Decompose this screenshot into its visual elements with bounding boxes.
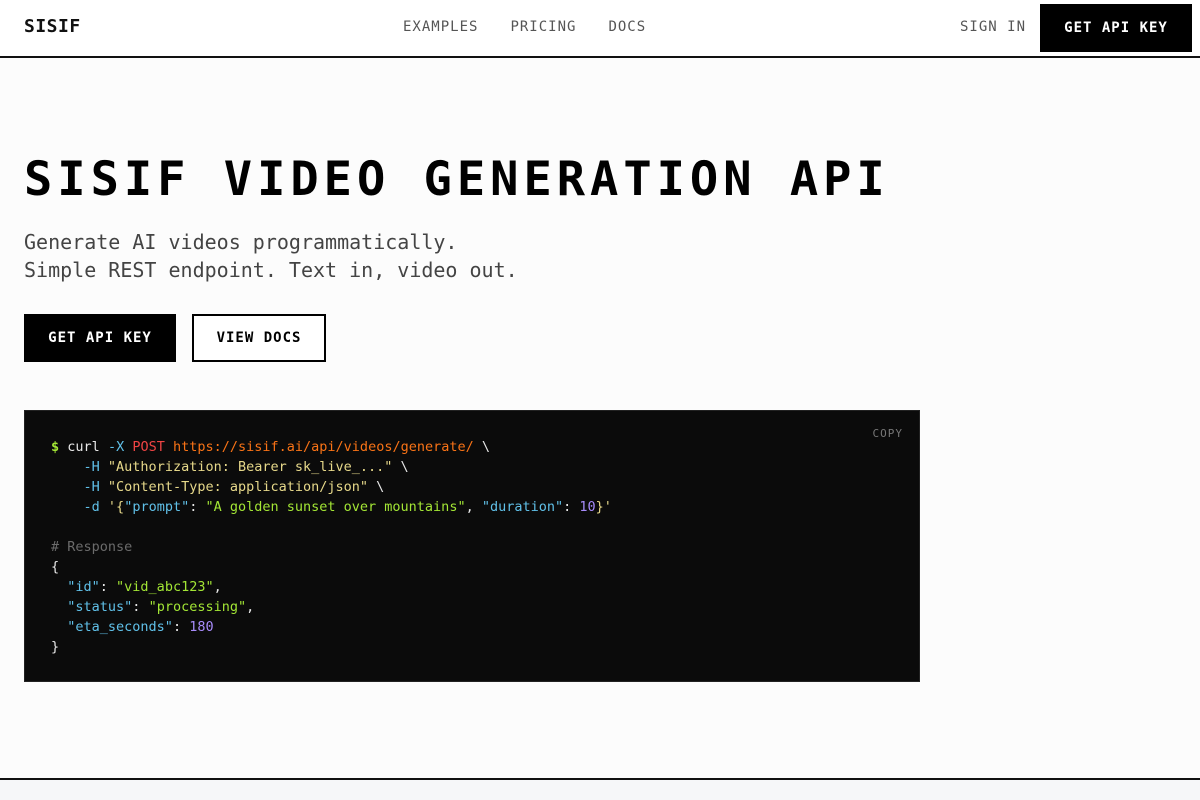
body-close: }': [595, 499, 612, 515]
shell-prompt: $: [51, 439, 60, 455]
code-content: $ curl -X POST https://sisif.ai/api/vide…: [51, 439, 612, 655]
get-api-key-button[interactable]: GET API KEY: [24, 314, 176, 362]
json-value-prompt: "A golden sunset over mountains": [205, 499, 466, 515]
json-key-prompt: "prompt": [124, 499, 190, 515]
json-key-id: "id": [67, 579, 100, 595]
top-nav-bar: SISIF EXAMPLES PRICING DOCS SIGN IN GET …: [0, 0, 1200, 58]
hero-subtitle-line-2: Simple REST endpoint. Text in, video out…: [24, 258, 518, 282]
hero-subtitle: Generate AI videos programmatically. Sim…: [24, 228, 518, 284]
json-value-duration: 10: [579, 499, 596, 515]
flag-x: -X: [107, 439, 125, 455]
nav-examples[interactable]: EXAMPLES: [403, 19, 478, 35]
flag-h-content-type: -H: [83, 479, 100, 495]
line-continuation: \: [400, 459, 409, 475]
copy-button[interactable]: COPY: [873, 427, 904, 440]
auth-header: "Authorization: Bearer sk_live_...": [107, 459, 393, 475]
response-brace-open: {: [51, 559, 60, 575]
json-value-id: "vid_abc123": [116, 579, 214, 595]
sign-in-link[interactable]: SIGN IN: [960, 19, 1026, 35]
json-key-status: "status": [67, 599, 133, 615]
json-key-duration: "duration": [481, 499, 564, 515]
nav-pricing[interactable]: PRICING: [510, 19, 576, 35]
header-get-api-key-button[interactable]: GET API KEY: [1040, 4, 1192, 52]
flag-d: -d: [83, 499, 100, 515]
nav-docs[interactable]: DOCS: [608, 19, 646, 35]
view-docs-button[interactable]: VIEW DOCS: [192, 314, 326, 362]
line-continuation: \: [376, 479, 385, 495]
hero-subtitle-line-1: Generate AI videos programmatically.: [24, 230, 458, 254]
logo[interactable]: SISIF: [24, 16, 81, 37]
content-type-header: "Content-Type: application/json": [107, 479, 369, 495]
body-open: '{: [107, 499, 125, 515]
response-brace-close: }: [51, 639, 60, 655]
response-comment: # Response: [51, 539, 133, 555]
http-method: POST: [132, 439, 165, 455]
json-key-eta-seconds: "eta_seconds": [67, 619, 173, 635]
request-url: https://sisif.ai/api/videos/generate/: [173, 439, 474, 455]
footer-divider: [0, 778, 1200, 800]
curl-command: curl: [67, 439, 100, 455]
line-continuation: \: [481, 439, 491, 455]
json-value-status: "processing": [148, 599, 247, 615]
hero-title: SISIF VIDEO GENERATION API: [24, 152, 890, 207]
json-value-eta-seconds: 180: [189, 619, 214, 635]
code-block: COPY $ curl -X POST https://sisif.ai/api…: [24, 410, 920, 682]
main-nav: EXAMPLES PRICING DOCS: [403, 19, 646, 35]
flag-h-auth: -H: [83, 459, 100, 475]
